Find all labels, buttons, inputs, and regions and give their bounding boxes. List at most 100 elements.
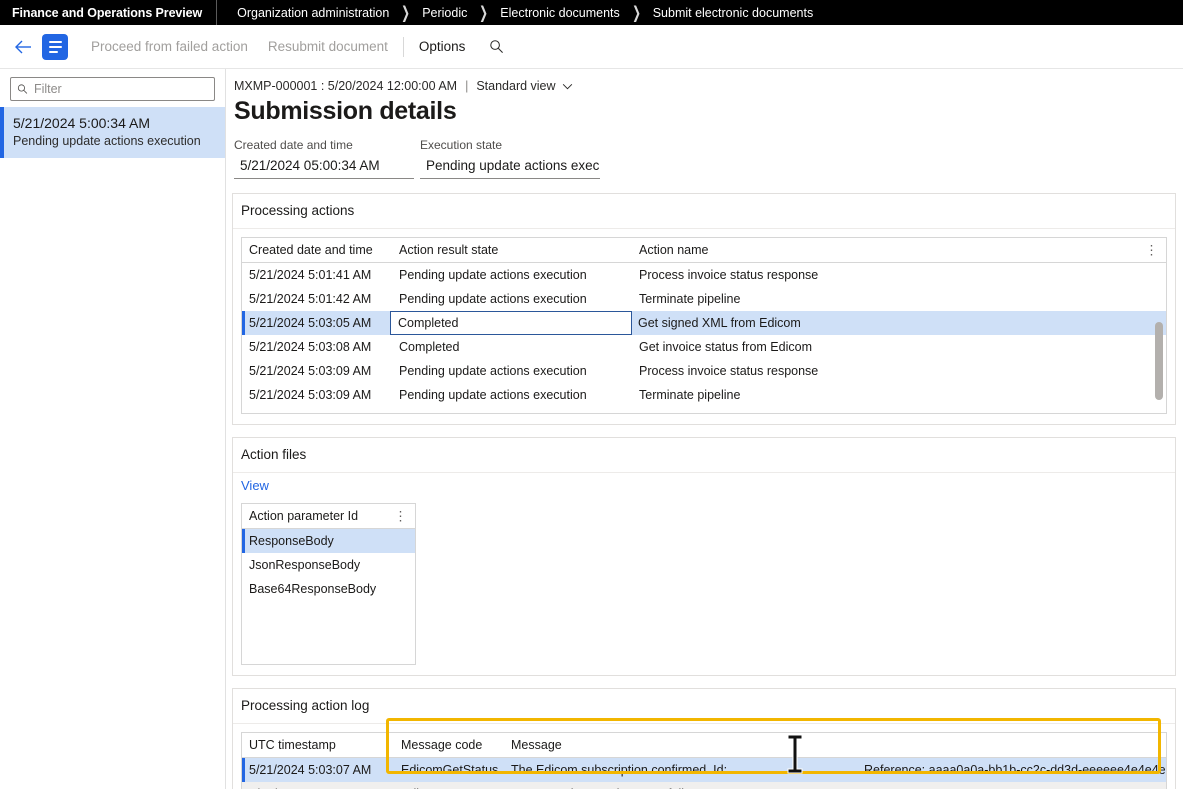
record-id: MXMP-000001 : 5/20/2024 12:00:00 AM [234, 79, 457, 93]
action-files-grid: Action parameter Id ⋮ ResponseBody JsonR… [241, 503, 416, 665]
column-header-message[interactable]: Message [504, 738, 1064, 752]
table-row[interactable]: Base64ResponseBody [242, 577, 415, 601]
proceed-from-failed-action-button[interactable]: Proceed from failed action [82, 33, 257, 60]
cell-message-reference: Reference: aaaa0a0a-bb1b-cc2c-dd3d-eeeee… [864, 763, 1166, 777]
grid-vertical-scrollbar[interactable] [1155, 322, 1163, 400]
column-header-utc-timestamp[interactable]: UTC timestamp [242, 738, 394, 752]
filter-input[interactable] [34, 82, 208, 96]
cell-utc-timestamp: 5/21/2024 5:03:07 AM [242, 763, 394, 777]
execution-state-value[interactable]: Pending update actions exec... [420, 156, 600, 179]
column-header-action-parameter-id[interactable]: Action parameter Id [242, 509, 358, 523]
table-row[interactable]: 5/21/2024 5:03:07 AM EdicomGetStatus... … [242, 782, 1166, 789]
action-files-card: Action files View Action parameter Id ⋮ … [232, 437, 1176, 676]
left-list-panel: 5/21/2024 5:00:34 AM Pending update acti… [0, 69, 226, 789]
processing-action-log-body: UTC timestamp Message code Message 5/21/… [233, 724, 1175, 789]
cell-created-date: 5/21/2024 5:01:42 AM [242, 292, 392, 306]
cell-action-result-state: Pending update actions execution [392, 388, 632, 402]
action-files-body: Action parameter Id ⋮ ResponseBody JsonR… [233, 503, 1175, 675]
search-icon [17, 83, 28, 95]
view-selector[interactable]: Standard view [476, 79, 572, 93]
breadcrumb-item-2[interactable]: Electronic documents [498, 6, 622, 20]
cell-action-result-state: Pending update actions execution [392, 364, 632, 378]
column-header-action-name[interactable]: Action name [632, 243, 1052, 257]
column-header-message-code[interactable]: Message code [394, 738, 504, 752]
created-date-field: Created date and time 5/21/2024 05:00:34… [234, 138, 414, 179]
cell-action-parameter-id: Base64ResponseBody [242, 582, 376, 596]
app-brand-title: Finance and Operations Preview [0, 6, 216, 20]
top-navigation-bar: Finance and Operations Preview Organizat… [0, 0, 1183, 25]
more-vertical-icon[interactable]: ⋮ [394, 510, 407, 523]
table-row[interactable]: 5/21/2024 5:01:42 AM Pending update acti… [242, 287, 1166, 311]
page-body: 5/21/2024 5:00:34 AM Pending update acti… [0, 69, 1183, 789]
processing-action-log-header[interactable]: Processing action log [233, 689, 1175, 724]
breadcrumb-item-1[interactable]: Periodic [420, 6, 469, 20]
cell-created-date: 5/21/2024 5:01:41 AM [242, 268, 392, 282]
cell-action-result-state: Pending update actions execution [392, 268, 632, 282]
breadcrumb-item-3[interactable]: Submit electronic documents [651, 6, 816, 20]
action-files-toolbar: View [233, 473, 1175, 503]
search-icon [489, 39, 504, 54]
record-separator: | [465, 79, 468, 93]
view-button[interactable]: View [241, 478, 269, 493]
table-row[interactable]: 5/21/2024 5:03:08 AM Completed Get invoi… [242, 335, 1166, 359]
chevron-right-icon: ❯ [632, 3, 641, 23]
chevron-right-icon: ❯ [401, 3, 410, 23]
cell-action-name: Terminate pipeline [632, 292, 1052, 306]
execution-state-label: Execution state [420, 138, 600, 152]
filter-box[interactable] [10, 77, 215, 101]
record-identifier-line: MXMP-000001 : 5/20/2024 12:00:00 AM | St… [232, 79, 1183, 93]
cell-action-result-state: Pending update actions execution [392, 292, 632, 306]
more-vertical-icon[interactable]: ⋮ [1145, 244, 1158, 257]
column-header-action-result-state[interactable]: Action result state [392, 243, 632, 257]
back-button[interactable] [8, 32, 38, 62]
options-button[interactable]: Options [410, 33, 475, 60]
grid-header-row: Created date and time Action result stat… [242, 238, 1166, 263]
table-row[interactable]: 5/21/2024 5:01:41 AM Pending update acti… [242, 263, 1166, 287]
column-header-created-date[interactable]: Created date and time [242, 243, 392, 257]
cell-action-result-state: Completed [392, 340, 632, 354]
chevron-right-icon: ❯ [479, 3, 488, 23]
resubmit-document-button[interactable]: Resubmit document [259, 33, 397, 60]
created-date-value[interactable]: 5/21/2024 05:00:34 AM [234, 156, 414, 179]
grid-header-row: Action parameter Id ⋮ [242, 504, 415, 529]
cell-action-parameter-id: ResponseBody [242, 534, 334, 548]
cell-action-result-state-focused[interactable]: Completed [391, 312, 631, 334]
view-name: Standard view [476, 79, 555, 93]
table-row[interactable]: 5/21/2024 5:03:09 AM Pending update acti… [242, 359, 1166, 383]
table-row[interactable]: 5/21/2024 5:03:09 AM Pending update acti… [242, 383, 1166, 407]
search-button[interactable] [482, 33, 510, 61]
list-item-subtitle: Pending update actions execution [13, 134, 215, 148]
cell-message-code: EdicomGetStatus... [394, 763, 504, 777]
processing-actions-grid: Created date and time Action result stat… [241, 237, 1167, 414]
cell-action-name: Get signed XML from Edicom [631, 316, 1051, 330]
table-row-selected[interactable]: 5/21/2024 5:03:07 AM EdicomGetStatus... … [242, 758, 1166, 782]
filter-container [0, 77, 225, 107]
header-fields: Created date and time 5/21/2024 05:00:34… [234, 138, 1183, 179]
cell-action-name: Process invoice status response [632, 364, 1052, 378]
cell-created-date: 5/21/2024 5:03:08 AM [242, 340, 392, 354]
command-bar: Proceed from failed action Resubmit docu… [0, 25, 1183, 69]
table-row[interactable]: JsonResponseBody [242, 553, 415, 577]
processing-actions-header[interactable]: Processing actions [233, 194, 1175, 229]
execution-state-field: Execution state Pending update actions e… [420, 138, 600, 179]
chevron-down-icon [562, 83, 573, 90]
breadcrumb-item-0[interactable]: Organization administration [235, 6, 391, 20]
arrow-left-icon [14, 39, 32, 55]
processing-actions-body: Created date and time Action result stat… [233, 229, 1175, 424]
hamburger-menu-icon[interactable] [42, 34, 68, 60]
action-files-header[interactable]: Action files [233, 438, 1175, 473]
cell-created-date: 5/21/2024 5:03:09 AM [242, 388, 392, 402]
created-date-label: Created date and time [234, 138, 414, 152]
table-row-selected[interactable]: ResponseBody [242, 529, 415, 553]
list-item-title: 5/21/2024 5:00:34 AM [13, 115, 215, 131]
cell-created-date: 5/21/2024 5:03:09 AM [242, 364, 392, 378]
table-row-selected[interactable]: 5/21/2024 5:03:05 AM Completed Get signe… [242, 311, 1166, 335]
page-title: Submission details [234, 97, 1183, 126]
processing-action-log-grid: UTC timestamp Message code Message 5/21/… [241, 732, 1167, 789]
list-item[interactable]: 5/21/2024 5:00:34 AM Pending update acti… [0, 107, 225, 158]
main-content: MXMP-000001 : 5/20/2024 12:00:00 AM | St… [226, 69, 1183, 789]
cell-action-name: Terminate pipeline [632, 388, 1052, 402]
cell-created-date: 5/21/2024 5:03:05 AM [242, 316, 392, 330]
processing-actions-card: Processing actions Created date and time… [232, 193, 1176, 425]
grid-header-row: UTC timestamp Message code Message [242, 733, 1166, 758]
